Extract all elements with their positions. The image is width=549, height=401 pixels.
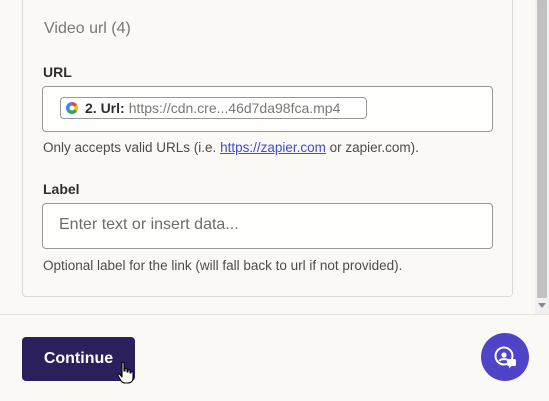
label-field-label: Label	[43, 181, 80, 197]
support-chat-button[interactable]	[481, 333, 529, 381]
scroll-down-arrow-icon[interactable]	[538, 303, 546, 308]
hand-pointer-icon	[117, 361, 134, 384]
url-input[interactable]: 2. Url: https://cdn.cre...46d7da98fca.mp…	[42, 86, 493, 132]
label-input-placeholder: Enter text or insert data...	[59, 216, 239, 233]
url-help-text: Only accepts valid URLs (i.e. https://za…	[43, 140, 419, 155]
pill-value: https://cdn.cre...46d7da98fca.mp4	[128, 100, 341, 116]
app-logo-icon	[65, 102, 79, 115]
zapier-link[interactable]: https://zapier.com	[220, 140, 326, 155]
mapped-data-pill[interactable]: 2. Url: https://cdn.cre...46d7da98fca.mp…	[60, 97, 367, 119]
url-field-label: URL	[43, 64, 72, 80]
fieldset-legend: Video url (4)	[40, 20, 135, 38]
pill-step-label: 2. Url:	[85, 100, 125, 116]
label-input[interactable]: Enter text or insert data...	[42, 203, 493, 249]
form-scroll-area: Video url (4) URL 2. Url: https://cdn.cr…	[0, 0, 535, 314]
url-help-suffix: or zapier.com).	[325, 140, 419, 155]
label-help-text: Optional label for the link (will fall b…	[43, 258, 403, 273]
url-help-prefix: Only accepts valid URLs (i.e.	[43, 140, 221, 155]
support-chat-icon	[494, 346, 516, 369]
scrollbar-thumb[interactable]	[537, 0, 547, 298]
